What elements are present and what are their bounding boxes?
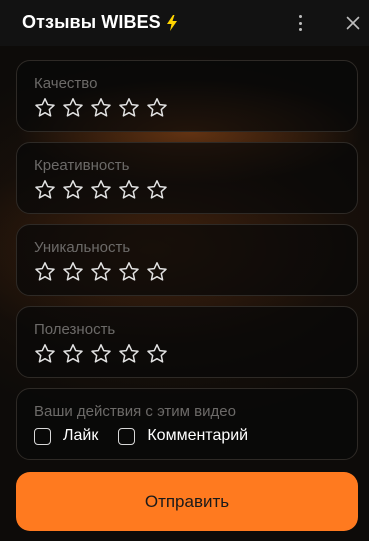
star-icon[interactable] [146, 97, 168, 119]
like-checkbox-label[interactable]: Лайк [63, 427, 98, 445]
rating-label: Уникальность [34, 239, 131, 256]
submit-button[interactable]: Отправить [16, 472, 358, 531]
star-icon[interactable] [90, 261, 112, 283]
star-icon[interactable] [62, 343, 84, 365]
actions-label: Ваши действия с этим видео [34, 403, 236, 420]
star-icon[interactable] [34, 179, 56, 201]
star-icon[interactable] [90, 343, 112, 365]
like-checkbox[interactable] [34, 427, 51, 445]
comment-checkbox-label[interactable]: Комментарий [147, 427, 248, 445]
star-icon[interactable] [62, 97, 84, 119]
more-vertical-icon[interactable] [292, 13, 308, 33]
submit-button-label: Отправить [144, 491, 230, 511]
lightning-icon [166, 14, 178, 31]
star-rating[interactable] [34, 261, 174, 283]
rating-card-usefulness: Полезность [16, 306, 358, 378]
actions-card: Ваши действия с этим видео Лайк Коммента… [16, 388, 358, 460]
star-icon[interactable] [62, 261, 84, 283]
close-icon[interactable] [346, 16, 360, 30]
star-icon[interactable] [90, 179, 112, 201]
star-icon[interactable] [62, 179, 84, 201]
header-bar: Отзывы WIBES [0, 0, 369, 46]
star-icon[interactable] [118, 261, 140, 283]
rating-label: Качество [34, 75, 98, 92]
star-icon[interactable] [34, 261, 56, 283]
like-checkbox-item[interactable]: Лайк [34, 427, 98, 445]
star-rating[interactable] [34, 97, 174, 119]
comment-checkbox[interactable] [118, 427, 136, 445]
rating-card-quality: Качество [16, 60, 358, 132]
star-icon[interactable] [118, 343, 140, 365]
star-icon[interactable] [34, 97, 56, 119]
reviews-panel: Отзывы WIBES Качество Креативность Уника… [0, 0, 369, 541]
panel-title: Отзывы WIBES [22, 12, 161, 32]
star-rating[interactable] [34, 179, 174, 201]
rating-card-creativity: Креативность [16, 142, 358, 214]
star-rating[interactable] [34, 343, 174, 365]
star-icon[interactable] [146, 261, 168, 283]
star-icon[interactable] [118, 97, 140, 119]
rating-card-uniqueness: Уникальность [16, 224, 358, 296]
rating-label: Полезность [34, 321, 116, 338]
comment-checkbox-item[interactable]: Комментарий [118, 427, 248, 445]
star-icon[interactable] [34, 343, 56, 365]
star-icon[interactable] [90, 97, 112, 119]
title-group: Отзывы WIBES [22, 12, 178, 33]
actions-checkbox-group: Лайк Комментарий [34, 427, 248, 445]
star-icon[interactable] [146, 343, 168, 365]
star-icon[interactable] [118, 179, 140, 201]
rating-label: Креативность [34, 157, 130, 174]
star-icon[interactable] [146, 179, 168, 201]
